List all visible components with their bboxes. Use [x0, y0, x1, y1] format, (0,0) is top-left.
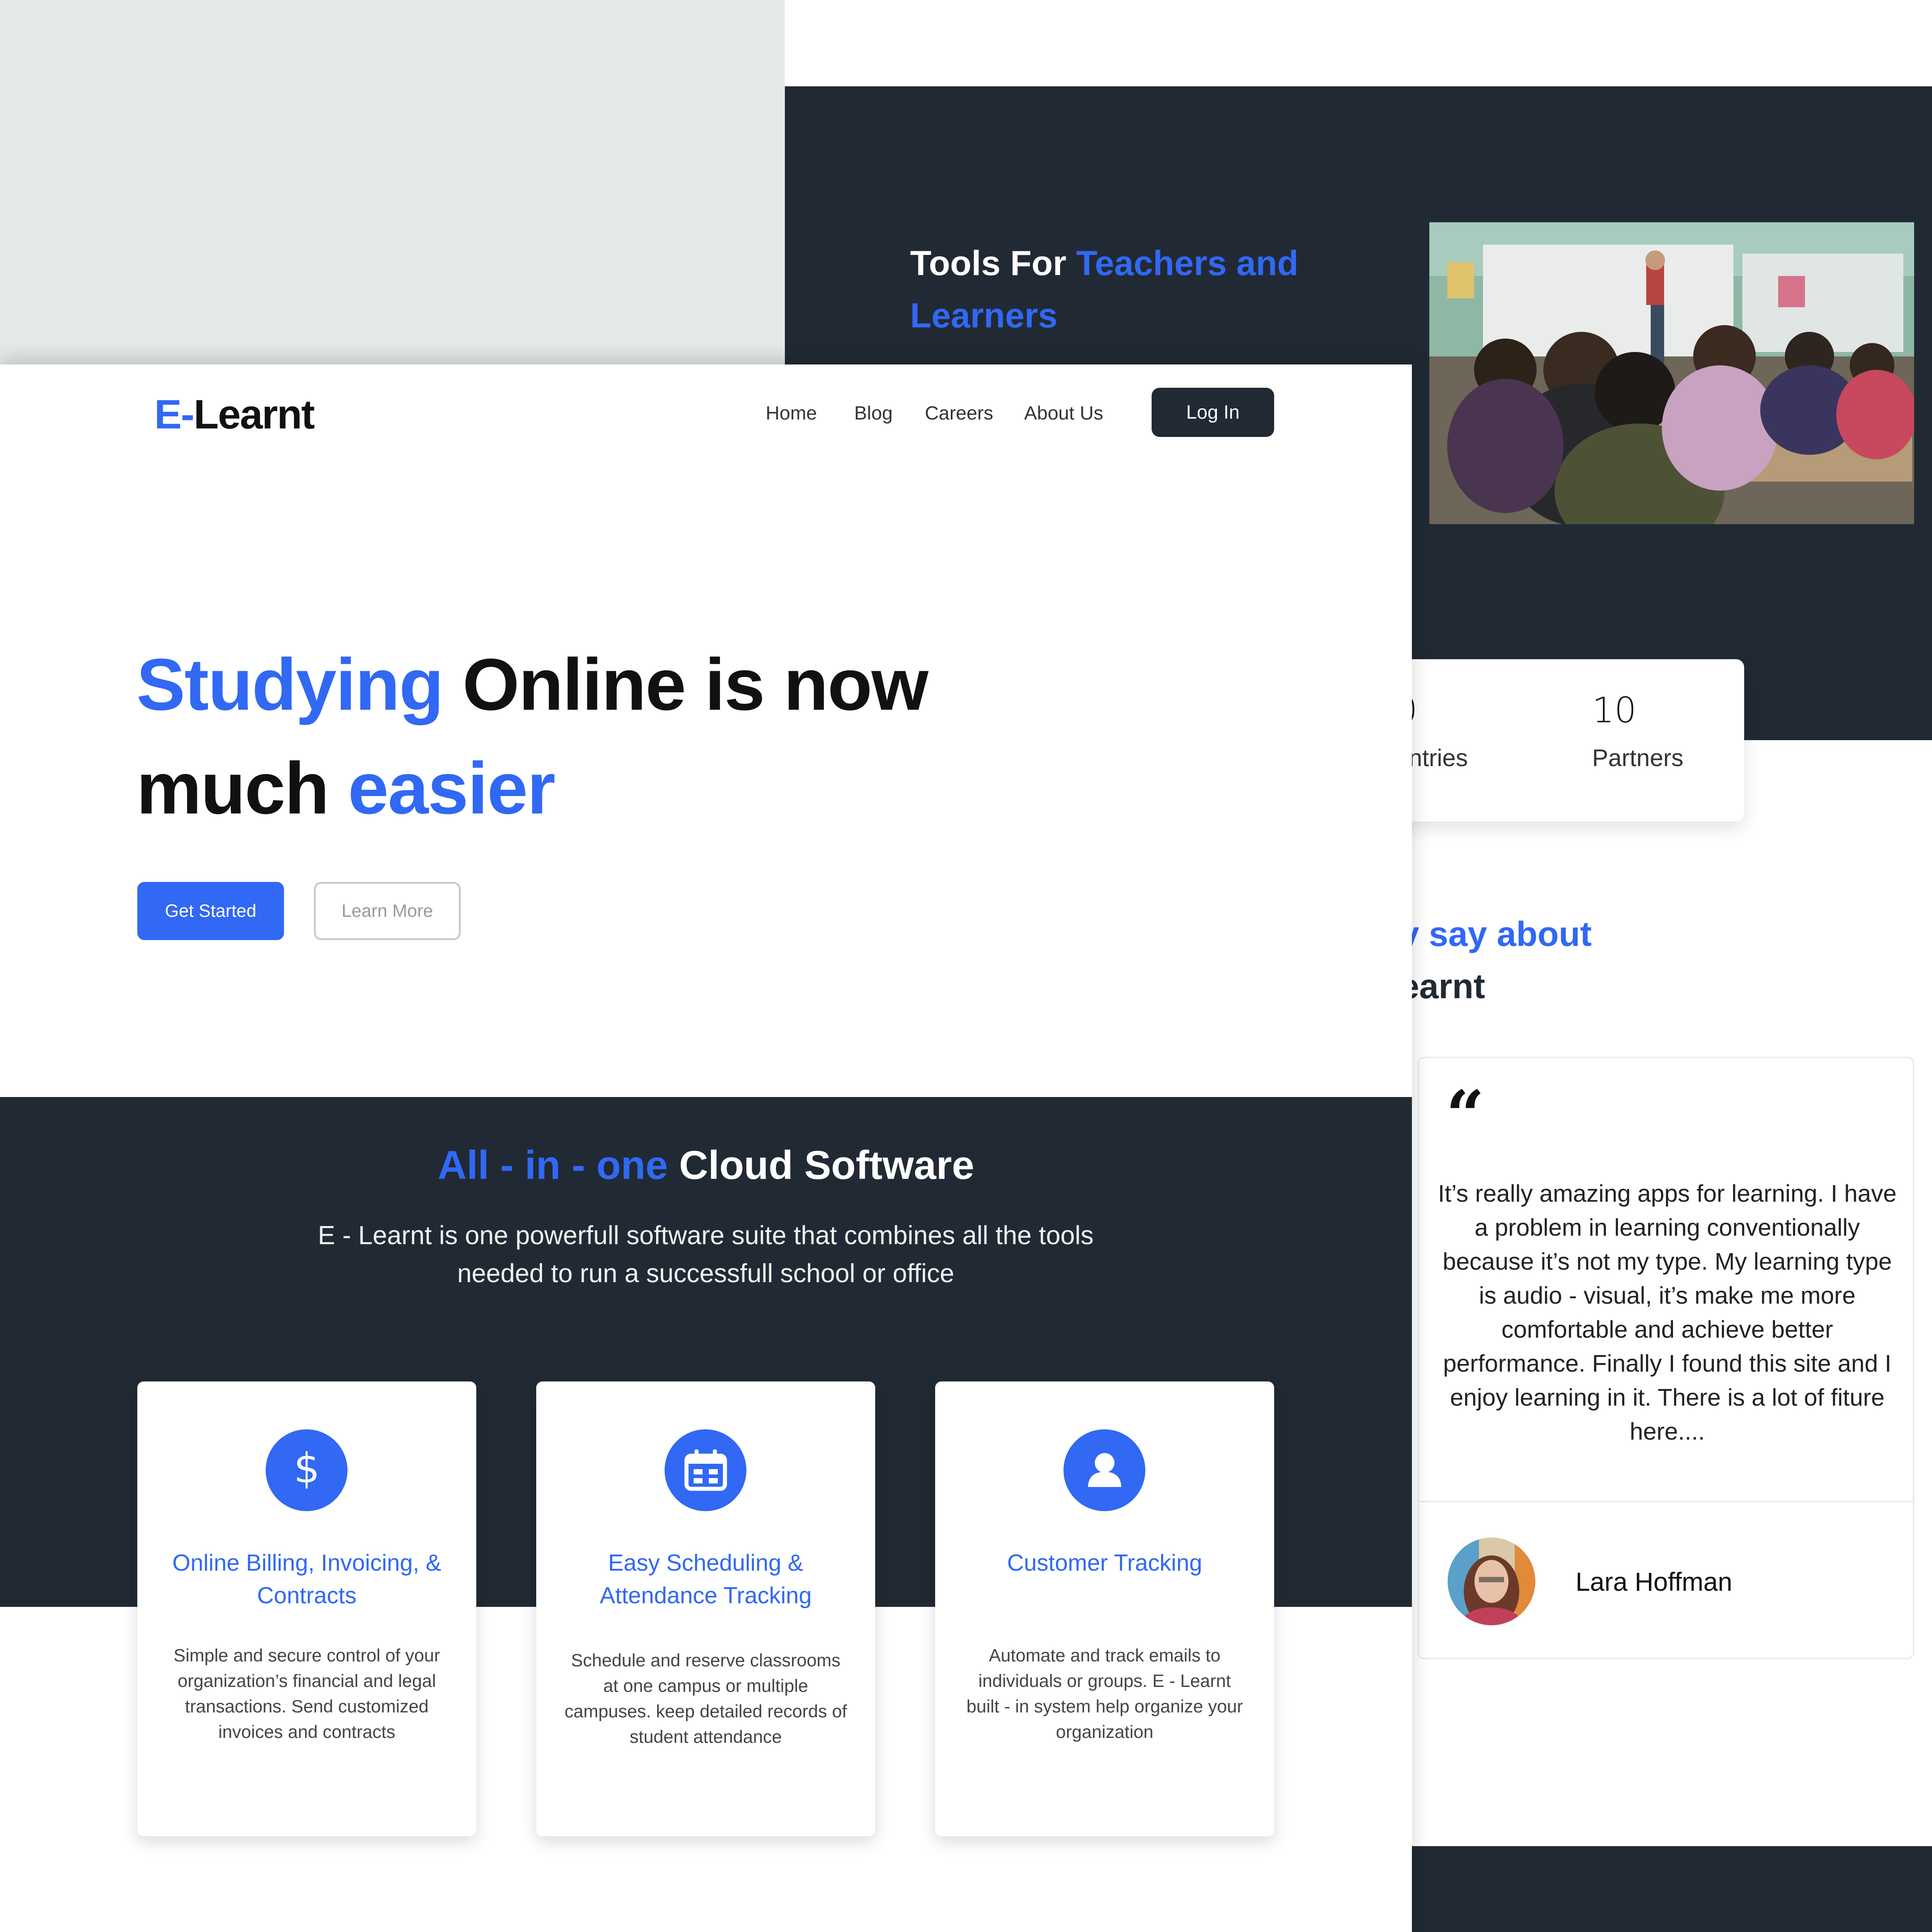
- features-subtitle: E - Learnt is one powerfull software sui…: [318, 1221, 1094, 1288]
- feature-card-billing[interactable]: $ Online Billing, Invoicing, & Contracts…: [137, 1381, 476, 1836]
- testimonial-author: Lara Hoffman: [1576, 1568, 1733, 1597]
- svg-text:$: $: [293, 1446, 320, 1492]
- dollar-icon: $: [266, 1429, 347, 1511]
- quote-icon: “: [1446, 1076, 1485, 1155]
- nav-careers[interactable]: Careers: [925, 402, 993, 424]
- avatar: [1448, 1538, 1535, 1625]
- features-title: All - in - one Cloud Software: [437, 1143, 974, 1188]
- stat-label: Partners: [1592, 745, 1684, 771]
- divider: [1419, 1501, 1913, 1502]
- tools-title: Tools For Teachers and Learners: [910, 243, 1299, 335]
- nav-about-us[interactable]: About Us: [1024, 402, 1103, 424]
- feature-card-scheduling[interactable]: Easy Scheduling & Attendance Tracking Sc…: [536, 1381, 875, 1836]
- logo[interactable]: E-Learnt: [154, 391, 315, 438]
- feature-title: Customer Tracking: [1007, 1550, 1203, 1576]
- feature-description: Automate and track emails to individuals…: [966, 1646, 1243, 1742]
- login-button[interactable]: Log In: [1152, 388, 1274, 437]
- feature-title: Easy Scheduling & Attendance Tracking: [599, 1550, 812, 1609]
- testimonial-card: “ It’s really amazing apps for learning.…: [1418, 1057, 1914, 1659]
- testimonials-title: y say about earnt: [1400, 914, 1592, 1006]
- learn-more-button[interactable]: Learn More: [314, 882, 461, 940]
- testimonial-text: It’s really amazing apps for learning. I…: [1438, 1180, 1897, 1445]
- feature-description: Schedule and reserve classrooms at one c…: [564, 1651, 847, 1747]
- feature-description: Simple and secure control of your organi…: [174, 1646, 440, 1742]
- landing-page: E-Learnt Home Blog Careers About Us Log …: [0, 364, 1412, 1932]
- user-icon: [1063, 1429, 1145, 1511]
- back-page-top-area: [785, 0, 1932, 86]
- nav-blog[interactable]: Blog: [854, 402, 893, 424]
- classroom-photo: [1429, 222, 1914, 524]
- get-started-button[interactable]: Get Started: [137, 882, 284, 940]
- nav-home[interactable]: Home: [766, 402, 817, 424]
- feature-title: Online Billing, Invoicing, & Contracts: [172, 1550, 441, 1609]
- stats-card: 0 untries 10 Partners: [1377, 659, 1744, 822]
- feature-card-customer-tracking[interactable]: Customer Tracking Automate and track ema…: [935, 1381, 1274, 1836]
- hero-title: Studying Online is now much easier: [136, 644, 928, 829]
- calendar-icon: [665, 1429, 746, 1511]
- stat-number: 10: [1592, 691, 1637, 731]
